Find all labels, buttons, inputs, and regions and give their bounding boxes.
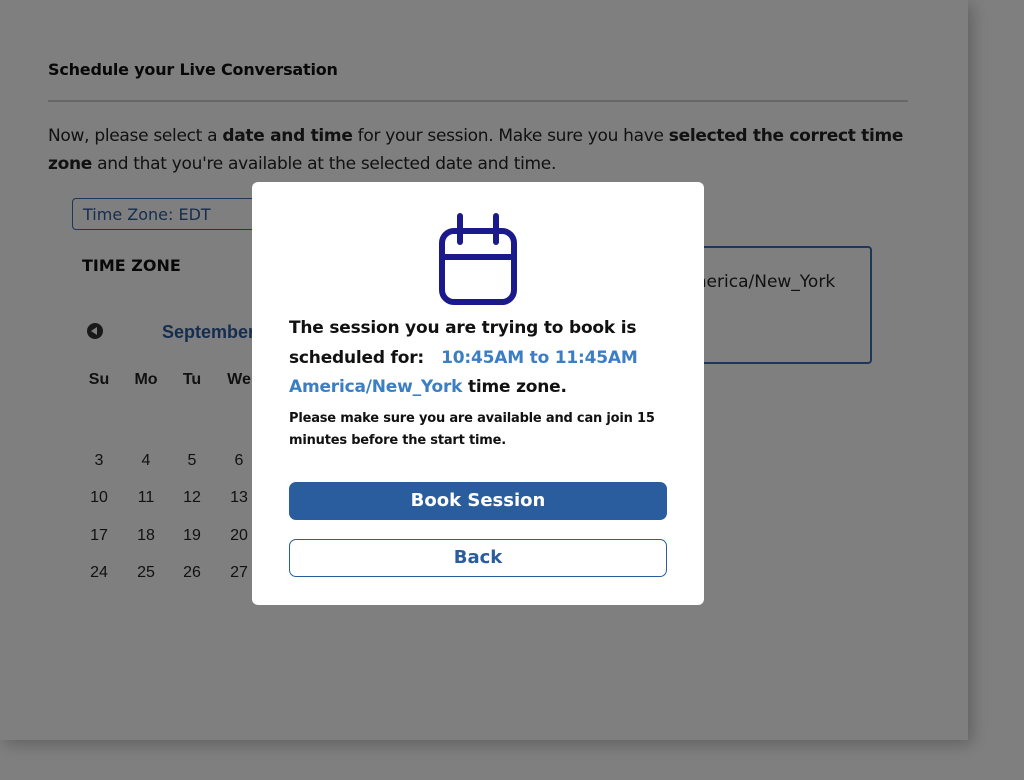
session-time-range: 10:45AM to 11:45AM (441, 348, 638, 368)
calendar-icon (439, 213, 517, 305)
back-button[interactable]: Back (289, 539, 667, 577)
availability-note: Please make sure you are available and c… (289, 411, 655, 448)
timezone-suffix: time zone. (462, 377, 567, 397)
confirm-booking-modal: The session you are trying to book is sc… (252, 182, 704, 605)
session-timezone: America/New_York (289, 377, 463, 397)
modal-message-line: scheduled for: 10:45AM to 11:45AM (289, 348, 638, 368)
modal-message-line: America/New_York time zone. (289, 377, 567, 397)
modal-message-line: The session you are trying to book is (289, 318, 637, 338)
scheduled-for-label: scheduled for: (289, 348, 425, 368)
book-session-button[interactable]: Book Session (289, 482, 667, 520)
